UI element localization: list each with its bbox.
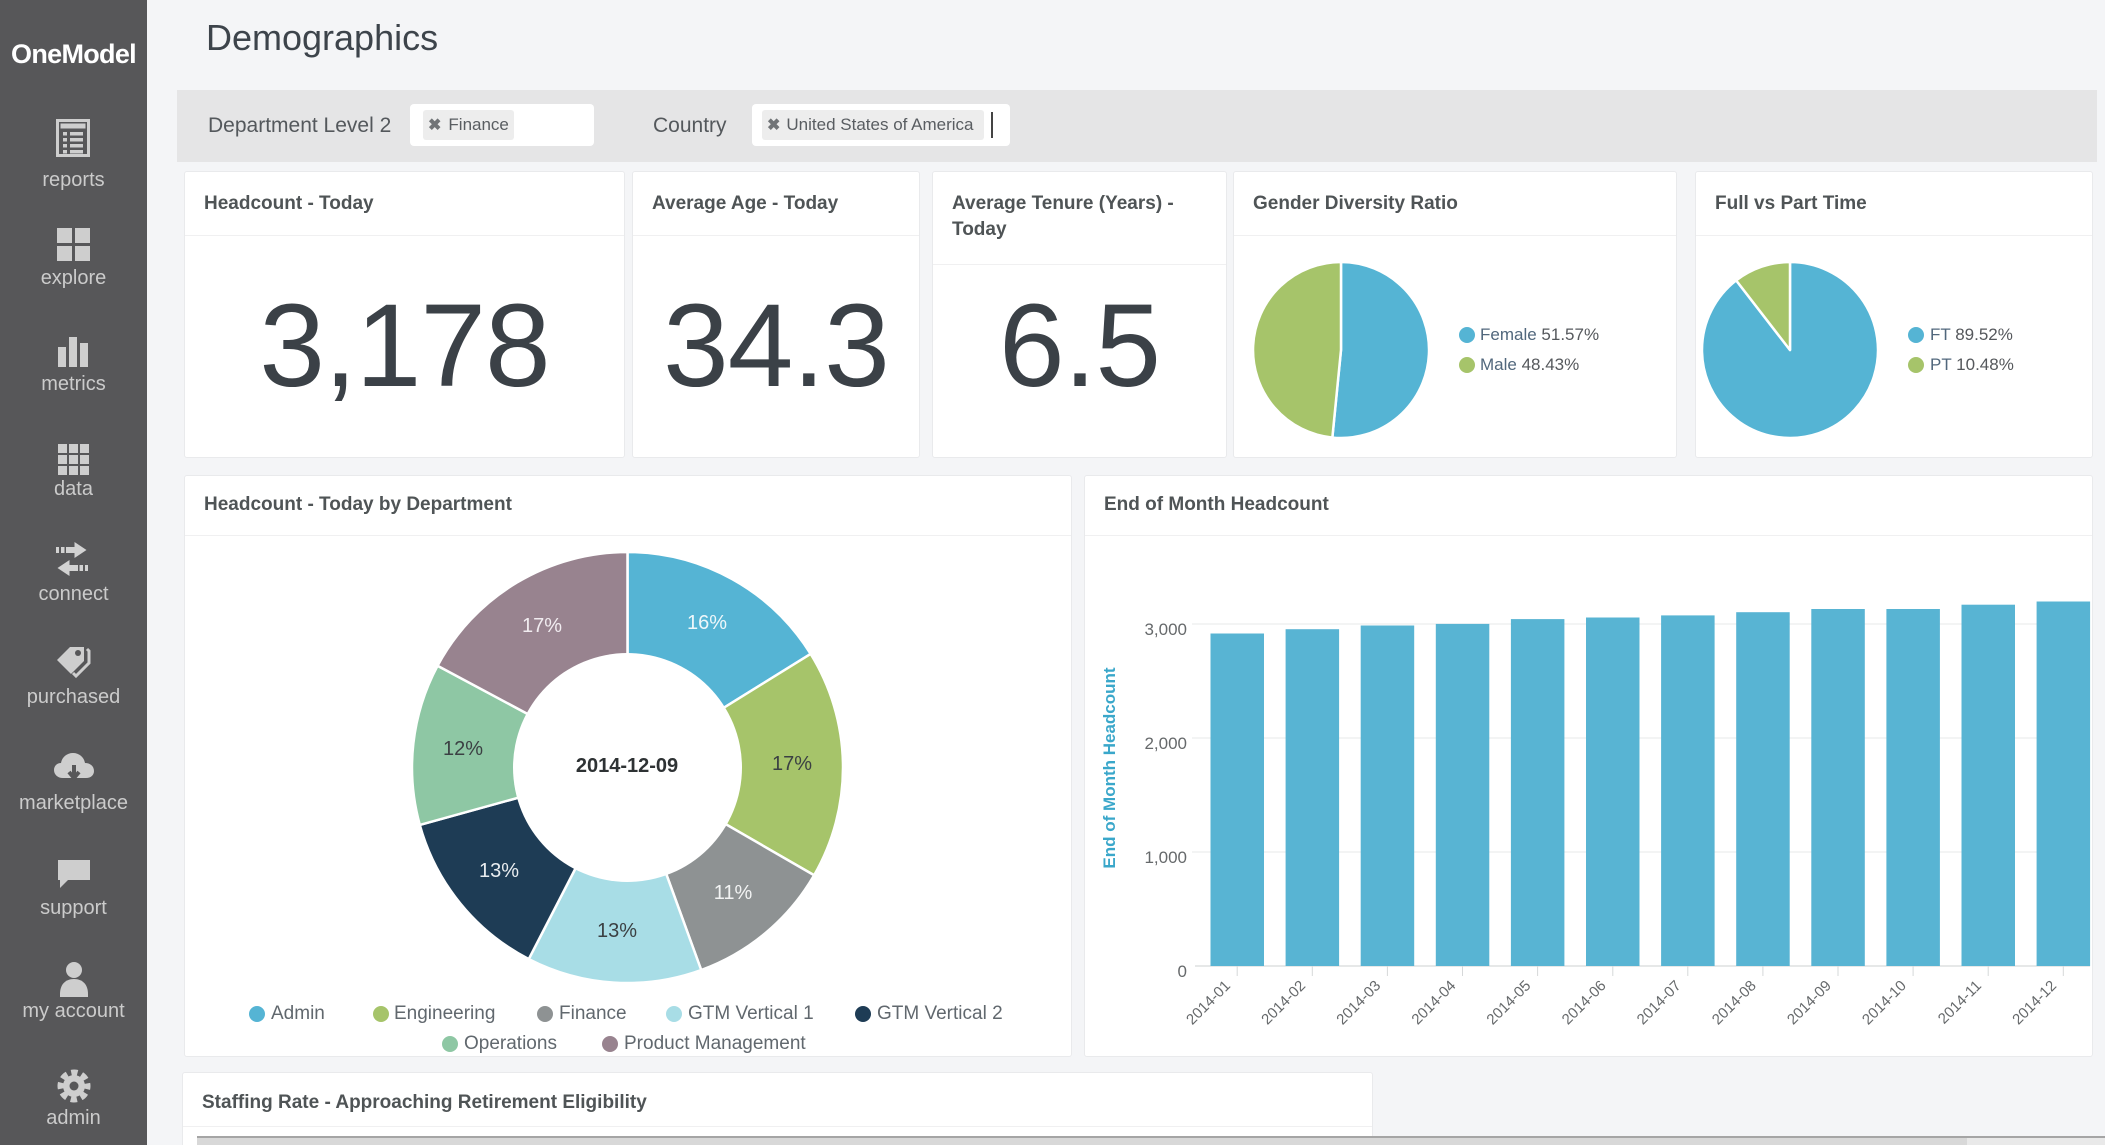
svg-text:2014-10: 2014-10 [1859,977,1910,1028]
svg-text:2014-06: 2014-06 [1559,977,1610,1028]
svg-text:2014-04: 2014-04 [1408,977,1459,1028]
svg-text:2014-12: 2014-12 [2009,977,2060,1028]
svg-text:1,000: 1,000 [1144,848,1187,867]
svg-text:2014-07: 2014-07 [1634,977,1685,1028]
svg-text:2,000: 2,000 [1144,734,1187,753]
svg-text:2014-01: 2014-01 [1183,977,1234,1028]
svg-text:0: 0 [1178,962,1187,981]
svg-text:3,000: 3,000 [1144,620,1187,639]
svg-text:2014-02: 2014-02 [1258,977,1309,1028]
svg-text:2014-05: 2014-05 [1483,977,1534,1028]
svg-text:2014-03: 2014-03 [1333,977,1384,1028]
svg-text:End of Month Headcount: End of Month Headcount [1100,667,1119,868]
svg-text:2014-11: 2014-11 [1935,977,1985,1027]
svg-text:2014-08: 2014-08 [1709,977,1760,1028]
svg-text:2014-09: 2014-09 [1784,977,1835,1028]
